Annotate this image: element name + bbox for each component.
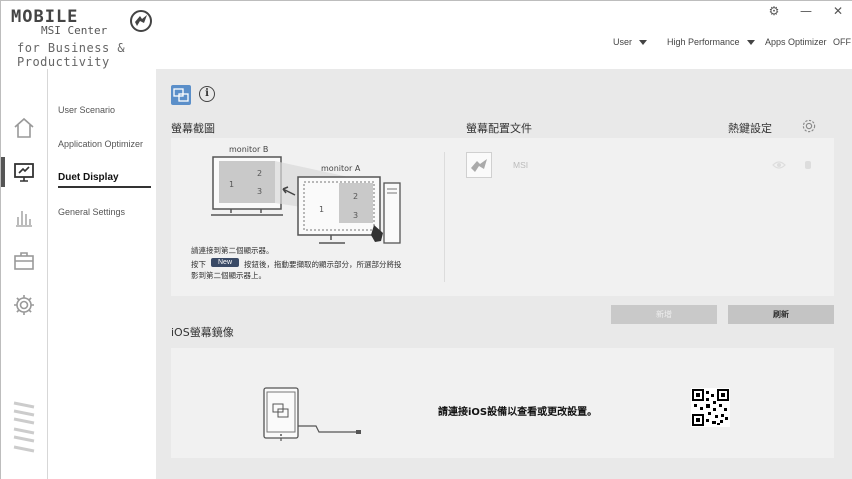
monitor-icon[interactable]: [12, 160, 36, 184]
user-dropdown[interactable]: User: [613, 37, 648, 47]
eye-icon[interactable]: [772, 160, 786, 170]
ios-connect-message: 請連接iOS設備以查看或更改設置。: [438, 407, 598, 418]
new-button[interactable]: New: [211, 258, 240, 267]
apps-optimizer-label: Apps Optimizer: [765, 37, 827, 47]
active-underline: [58, 186, 151, 188]
msi-profile-logo: [466, 152, 492, 178]
dual-monitor-diagram: monitor B 1 2 3 monitor A 1 2 3: [211, 145, 401, 244]
monitor-a-region-2: 2: [353, 192, 358, 201]
app-window: MOBILE MSI Center for Business & Product…: [0, 0, 852, 479]
chevron-down-icon: [746, 40, 755, 46]
minimize-icon[interactable]: —: [799, 4, 813, 18]
icon-rail: [1, 69, 48, 479]
hotkey-settings-gear-icon[interactable]: [800, 117, 818, 135]
monitor-b-label: monitor B: [229, 145, 268, 154]
profile-section-title: 螢幕配置文件: [466, 122, 532, 135]
subnav-item-user-scenario[interactable]: User Scenario: [58, 105, 115, 115]
settings-gear-icon[interactable]: ⚙: [767, 4, 781, 18]
duet-display-icon: [171, 85, 191, 105]
monitor-b-region-1: 1: [229, 180, 234, 189]
monitor-a-label: monitor A: [321, 164, 361, 173]
user-dropdown-label: User: [613, 37, 633, 47]
msi-vertical-logo: [13, 401, 35, 453]
header: MOBILE MSI Center for Business & Product…: [1, 1, 852, 69]
performance-dropdown[interactable]: High Performance: [667, 37, 755, 47]
chevron-down-icon: [639, 40, 648, 46]
performance-dropdown-label: High Performance: [667, 37, 740, 47]
sub-navigation: User Scenario Application Optimizer Duet…: [48, 69, 156, 479]
logo-line2: MSI Center: [41, 24, 108, 37]
ios-mirror-panel: 請連接iOS設備以查看或更改設置。: [171, 348, 834, 458]
window-controls: ⚙ — ✕: [767, 4, 845, 18]
instruction-line2: 按下 New 按鈕後，拖動要擷取的顯示部分，所選部分將投: [191, 258, 402, 270]
monitor-b-region-3: 3: [257, 187, 262, 196]
hotkey-section-title: 熱鍵設定: [728, 122, 772, 135]
capture-panel: monitor B 1 2 3 monitor A 1 2 3 請連接到第二個顯…: [171, 138, 834, 296]
rail-active-indicator: [1, 157, 5, 187]
apps-optimizer-state: OFF: [833, 37, 852, 47]
gear-icon[interactable]: [12, 293, 36, 317]
panel-divider: [444, 152, 445, 282]
close-icon[interactable]: ✕: [831, 4, 845, 18]
capture-section-title: 螢幕截圖: [171, 122, 215, 135]
chart-icon[interactable]: [12, 205, 36, 229]
monitor-a-region-3: 3: [353, 211, 358, 220]
profile-list-item[interactable]: MSI: [466, 152, 826, 180]
main-content: i 螢幕截圖 螢幕配置文件 熱鍵設定 monitor B 1 2 3 monit…: [156, 69, 852, 479]
toolbox-icon[interactable]: [12, 249, 36, 273]
apps-optimizer-toggle[interactable]: Apps Optimizer OFF: [765, 37, 851, 47]
subnav-item-general-settings[interactable]: General Settings: [58, 207, 125, 217]
subnav-item-duet-display[interactable]: Duet Display: [58, 172, 119, 183]
instruction-line3: 影到第二個顯示器上。: [191, 271, 266, 280]
monitor-b-region-2: 2: [257, 169, 262, 178]
add-button[interactable]: 新增: [611, 305, 717, 324]
instruction-drag: 按鈕後，拖動要擷取的顯示部分，所選部分將投: [244, 260, 402, 269]
ios-section-title: iOS螢幕鏡像: [171, 326, 234, 339]
info-icon[interactable]: i: [199, 86, 215, 102]
instruction-line1: 請連接到第二個顯示器。: [191, 246, 274, 255]
instruction-press: 按下: [191, 260, 206, 269]
profile-name: MSI: [513, 160, 529, 170]
home-icon[interactable]: [12, 116, 36, 140]
tablet-cable-illustration: [263, 387, 361, 441]
subnav-item-application-optimizer[interactable]: Application Optimizer: [58, 139, 143, 149]
msi-dragon-icon: [471, 159, 487, 172]
monitor-a-region-1: 1: [319, 205, 324, 214]
app-logo: MOBILE MSI Center for Business & Product…: [11, 7, 211, 69]
logo-line3: for Business & Productivity: [17, 41, 126, 69]
refresh-button[interactable]: 刷新: [728, 305, 834, 324]
delete-icon[interactable]: [805, 161, 811, 169]
qr-code[interactable]: [691, 388, 730, 427]
msi-dragon-icon: [130, 10, 152, 32]
